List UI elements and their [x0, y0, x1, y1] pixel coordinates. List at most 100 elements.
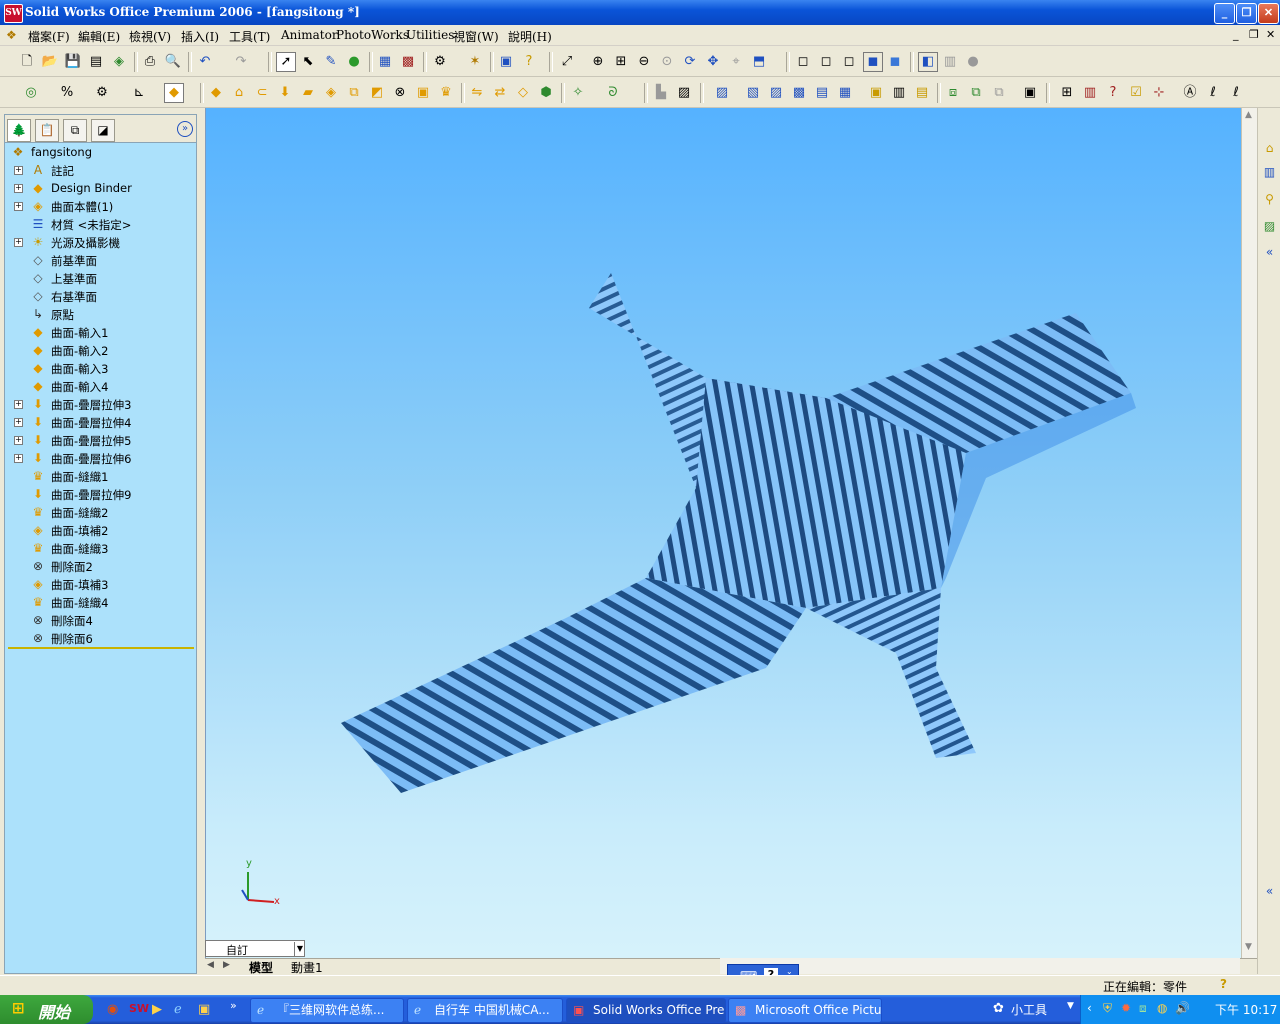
- utility-geometry-icon[interactable]: ⧉: [967, 84, 985, 102]
- render-last-icon[interactable]: ▥: [890, 84, 908, 102]
- trim-surface-icon[interactable]: ⇄: [491, 84, 509, 102]
- solidworks-quicklaunch-icon[interactable]: SW: [129, 1002, 149, 1015]
- view-orientation-select[interactable]: 自訂 ▼: [205, 940, 305, 957]
- instant3d-icon[interactable]: ▙: [652, 84, 670, 102]
- gadgets-icon[interactable]: ✿: [993, 1001, 1004, 1016]
- planar-surface-icon[interactable]: ▰: [299, 84, 317, 102]
- expand-icon[interactable]: +: [14, 418, 23, 427]
- tree-item[interactable]: + ◈ 曲面本體(1): [5, 197, 195, 215]
- tree-item[interactable]: ⊗ 刪除面2: [5, 557, 195, 575]
- tree-item[interactable]: ◈ 曲面-填補3: [5, 575, 195, 593]
- menu-window[interactable]: 視窗(W): [453, 28, 499, 45]
- speaker-icon[interactable]: 🔊: [1175, 1001, 1190, 1015]
- doc-minimize-button[interactable]: _: [1233, 28, 1239, 41]
- tree-item[interactable]: + ⬇ 曲面-疊層拉伸6: [5, 449, 195, 467]
- select-icon[interactable]: ➚: [276, 52, 296, 72]
- swept-surface-icon[interactable]: ⊂: [253, 84, 271, 102]
- verify-icon[interactable]: ☑: [1127, 84, 1145, 102]
- shaded-icon[interactable]: ◼: [886, 53, 904, 71]
- expand-icon[interactable]: +: [14, 400, 23, 409]
- surface-tools-icon[interactable]: ◆: [164, 83, 184, 103]
- realview-icon[interactable]: ●: [964, 53, 982, 71]
- library-icon[interactable]: ▥: [1261, 164, 1278, 181]
- dimension-icon[interactable]: %: [58, 84, 76, 102]
- expand-task-pane-icon[interactable]: «: [1261, 244, 1278, 261]
- tab-model[interactable]: 模型: [249, 959, 273, 976]
- relations-icon[interactable]: ⚙: [93, 84, 111, 102]
- grid-icon[interactable]: ▦: [376, 53, 394, 71]
- media-player-icon[interactable]: ▶: [152, 1002, 162, 1017]
- menu-file[interactable]: 檔案(F): [28, 28, 70, 45]
- print-preview-icon[interactable]: 🔍: [164, 53, 182, 71]
- tree-item[interactable]: ⊗ 刪除面4: [5, 611, 195, 629]
- utility-power-select-icon[interactable]: ⧉: [990, 84, 1008, 102]
- open-file-icon[interactable]: 📂: [41, 53, 59, 71]
- tab-scroll-left-icon[interactable]: ◀: [207, 960, 214, 970]
- taskbar-item[interactable]: ▩ Microsoft Office Pictur...: [728, 998, 882, 1023]
- menu-edit[interactable]: 編輯(E): [78, 28, 120, 45]
- zoom-selection-icon[interactable]: ⊙: [658, 53, 676, 71]
- tree-item[interactable]: + ⬇ 曲面-疊層拉伸5: [5, 431, 195, 449]
- tree-item[interactable]: ◇ 右基準面: [5, 287, 195, 305]
- render-icon[interactable]: ▨: [675, 84, 693, 102]
- make-assembly-icon[interactable]: ◈: [110, 53, 128, 71]
- extruded-surface-icon[interactable]: ◆: [207, 84, 225, 102]
- show-desktop-icon[interactable]: ▣: [198, 1002, 210, 1017]
- tree-item[interactable]: ⊗ 刪除面6: [5, 629, 195, 647]
- show-hidden-icons-icon[interactable]: ‹: [1087, 1001, 1092, 1015]
- model-surface[interactable]: [206, 108, 1241, 958]
- filled-surface-icon[interactable]: ♛: [437, 84, 455, 102]
- print-icon[interactable]: ⎙: [141, 53, 159, 71]
- thicken-icon[interactable]: ▣: [414, 84, 432, 102]
- tree-item[interactable]: ◇ 前基準面: [5, 251, 195, 269]
- help-icon[interactable]: ?: [520, 53, 538, 71]
- menu-photoworks[interactable]: PhotoWorks: [336, 28, 409, 42]
- expand-icon[interactable]: +: [14, 238, 23, 247]
- zoom-in-out-icon[interactable]: ⊖: [635, 53, 653, 71]
- doc-restore-button[interactable]: ❐: [1249, 28, 1259, 41]
- close-button[interactable]: ✕: [1258, 3, 1279, 24]
- curves-icon[interactable]: ✧: [569, 84, 587, 102]
- gadgets-label[interactable]: 小工具: [1011, 1001, 1047, 1018]
- quicklaunch-more-icon[interactable]: »: [230, 999, 237, 1012]
- tab-animation[interactable]: 動畫1: [291, 959, 323, 976]
- status-help-icon[interactable]: ?: [1220, 977, 1227, 991]
- tab-configuration-manager[interactable]: ⧉: [63, 119, 87, 142]
- ie-quicklaunch-icon[interactable]: ℯ: [174, 1002, 182, 1017]
- expand-icon[interactable]: +: [14, 202, 23, 211]
- shaded-with-edges-icon[interactable]: ◼: [863, 52, 883, 72]
- tolerance-icon[interactable]: ℓ: [1204, 84, 1222, 102]
- tree-item[interactable]: ↳ 原點: [5, 305, 195, 323]
- home-icon[interactable]: ⌂: [1261, 140, 1278, 157]
- sketch-icon[interactable]: ✎: [322, 53, 340, 71]
- render-options-icon[interactable]: ▦: [836, 84, 854, 102]
- tree-item[interactable]: ♛ 曲面-縫織4: [5, 593, 195, 611]
- zoom-fit-icon[interactable]: ⊕: [589, 53, 607, 71]
- delete-face-toolbar-icon[interactable]: ⊗: [391, 84, 409, 102]
- tolerance-2-icon[interactable]: ℓ: [1227, 84, 1245, 102]
- hidden-lines-visible-icon[interactable]: ◻: [817, 53, 835, 71]
- doc-close-button[interactable]: ✕: [1266, 28, 1275, 41]
- tree-item[interactable]: + ◆ Design Binder: [5, 179, 195, 197]
- scroll-up-icon[interactable]: ▲: [1245, 110, 1252, 120]
- radiate-surface-icon[interactable]: ⬢: [537, 84, 555, 102]
- roll-view-icon[interactable]: ⌖: [727, 53, 745, 71]
- tree-item[interactable]: ◆ 曲面-輸入2: [5, 341, 195, 359]
- undo-icon[interactable]: ↶: [196, 53, 214, 71]
- properties-icon[interactable]: ▣: [497, 53, 515, 71]
- coordinate-icon[interactable]: ⊾: [130, 84, 148, 102]
- pan-icon[interactable]: ✥: [704, 53, 722, 71]
- photoworks-render-icon[interactable]: ▨: [713, 84, 731, 102]
- knit-surface-icon[interactable]: ⧉: [345, 84, 363, 102]
- rotate-icon[interactable]: ⟳: [681, 53, 699, 71]
- search-icon[interactable]: ⚲: [1261, 191, 1278, 208]
- tree-item[interactable]: ◇ 上基準面: [5, 269, 195, 287]
- shadows-icon[interactable]: ◧: [918, 52, 938, 72]
- check-icon[interactable]: ?: [1104, 84, 1122, 102]
- extend-surface-icon[interactable]: ⇋: [468, 84, 486, 102]
- rebuild-icon[interactable]: ●: [345, 53, 363, 71]
- menu-utilities[interactable]: Utilities: [406, 28, 454, 42]
- tree-item[interactable]: + ⬇ 曲面-疊層拉伸4: [5, 413, 195, 431]
- taskbar-item[interactable]: ▣ Solid Works Office Pre...: [566, 998, 726, 1023]
- options-icon[interactable]: ⚙: [431, 53, 449, 71]
